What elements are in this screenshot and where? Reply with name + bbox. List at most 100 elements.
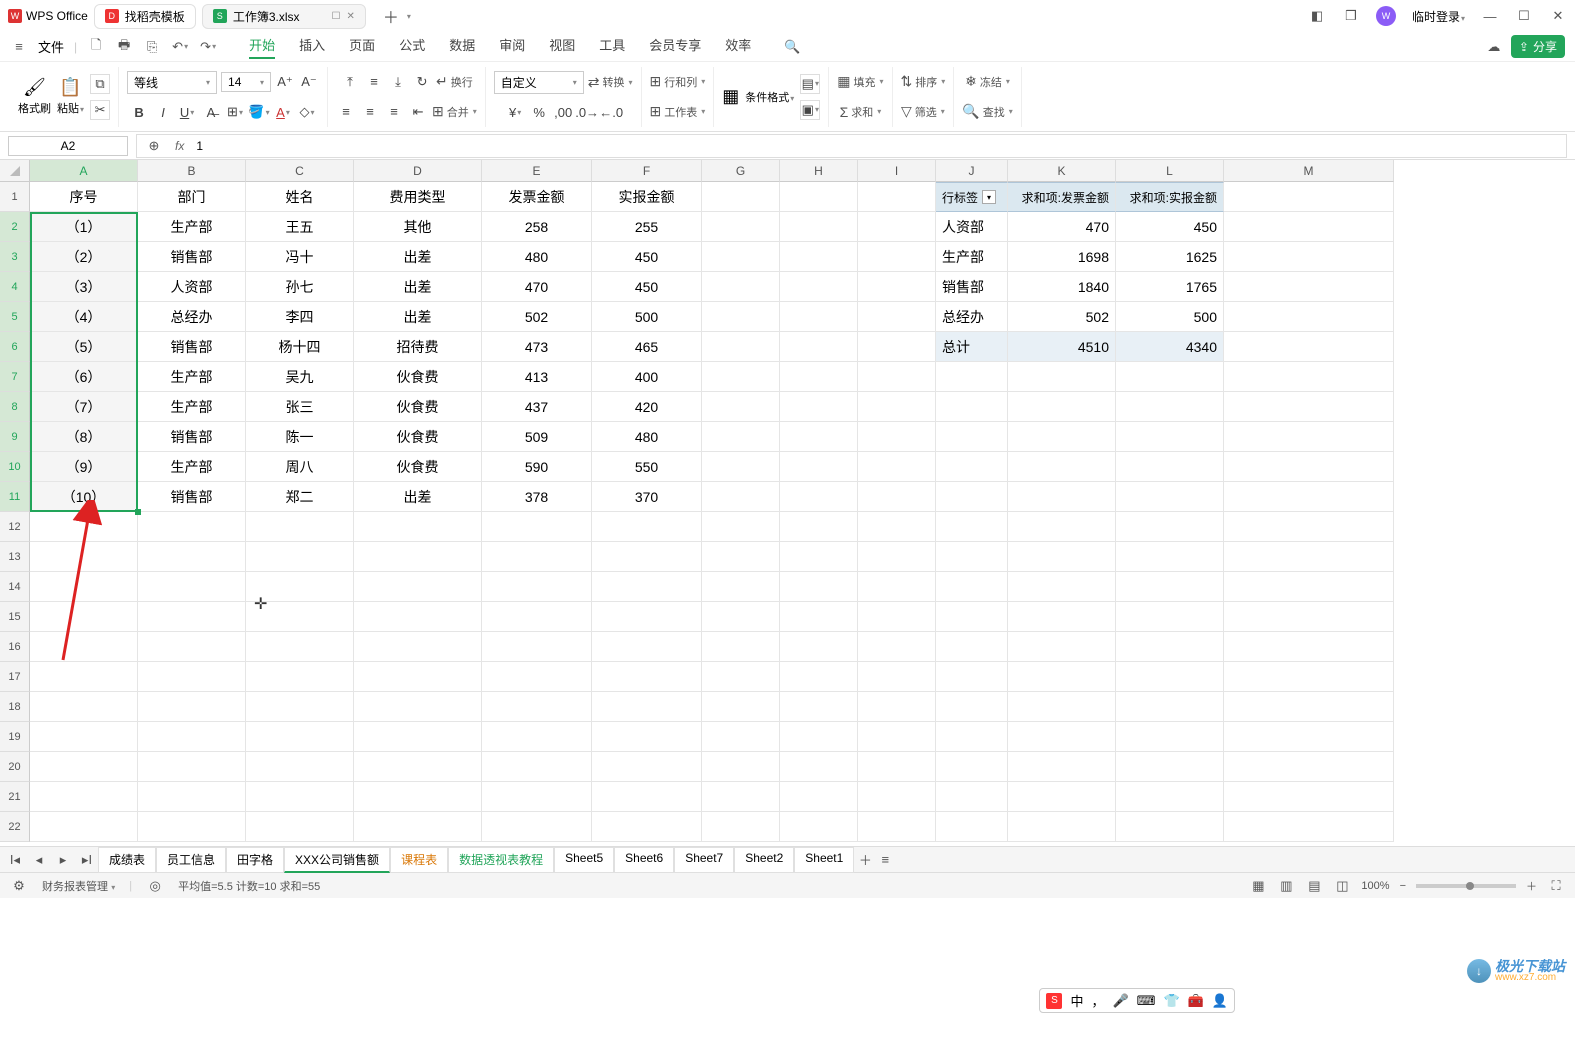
worksheet-button[interactable]: ⊞工作表▾	[650, 103, 706, 120]
cell[interactable]	[1116, 722, 1224, 752]
cell[interactable]	[1224, 212, 1394, 242]
zoom-in-icon[interactable]: ＋	[1526, 878, 1537, 894]
cell[interactable]: （9）	[30, 452, 138, 482]
ime-toolbar[interactable]: S 中 ， 🎤 ⌨ 👕 🧰 👤	[1039, 988, 1235, 1013]
cell[interactable]	[702, 452, 780, 482]
sheet-last-icon[interactable]: ▸I	[78, 851, 96, 869]
insert-table-button[interactable]: ▦	[722, 86, 739, 107]
cell[interactable]	[30, 572, 138, 602]
cond-format-button[interactable]: 条件格式▾	[745, 89, 794, 105]
col-header-L[interactable]: L	[1116, 160, 1224, 182]
paste-button[interactable]: 📋粘贴▾	[57, 77, 84, 116]
strike-button[interactable]: A̶	[201, 102, 221, 122]
spreadsheet-grid[interactable]: ABCDEFGHIJKLM 12345678910111213141516171…	[0, 160, 1575, 846]
cell[interactable]	[592, 722, 702, 752]
cell[interactable]	[858, 722, 936, 752]
cell[interactable]	[702, 512, 780, 542]
cell[interactable]: 销售部	[138, 482, 246, 512]
cell[interactable]	[702, 722, 780, 752]
cell[interactable]	[246, 812, 354, 842]
cell[interactable]: 发票金额	[482, 182, 592, 212]
sheet-tab[interactable]: Sheet7	[674, 847, 734, 873]
cell[interactable]	[702, 482, 780, 512]
cell[interactable]	[1224, 242, 1394, 272]
row-header-2[interactable]: 2	[0, 212, 30, 242]
sheet-tab[interactable]: 成绩表	[98, 847, 156, 873]
cell[interactable]	[858, 692, 936, 722]
cell[interactable]	[1116, 692, 1224, 722]
fill-color-button[interactable]: 🪣▾	[249, 102, 269, 122]
number-format-select[interactable]: 自定义▾	[494, 71, 584, 94]
cell[interactable]	[858, 542, 936, 572]
cell[interactable]: 序号	[30, 182, 138, 212]
cell[interactable]	[780, 632, 858, 662]
cell[interactable]: 470	[482, 272, 592, 302]
cell[interactable]	[30, 752, 138, 782]
cell[interactable]	[780, 452, 858, 482]
cell[interactable]	[858, 242, 936, 272]
cell[interactable]: 470	[1008, 212, 1116, 242]
cell[interactable]	[592, 812, 702, 842]
col-header-M[interactable]: M	[1224, 160, 1394, 182]
cell[interactable]: 人资部	[936, 212, 1008, 242]
cell[interactable]	[592, 752, 702, 782]
cell[interactable]	[1224, 422, 1394, 452]
cell-style-icon[interactable]: ▣▾	[800, 100, 820, 120]
cell[interactable]	[858, 602, 936, 632]
cell[interactable]: 销售部	[138, 422, 246, 452]
cell[interactable]	[354, 632, 482, 662]
cell[interactable]	[138, 512, 246, 542]
cell[interactable]	[936, 422, 1008, 452]
file-menu[interactable]: 文件	[38, 37, 64, 56]
cell[interactable]: 502	[482, 302, 592, 332]
cell[interactable]	[138, 572, 246, 602]
cell[interactable]	[246, 632, 354, 662]
cell[interactable]	[30, 542, 138, 572]
cell[interactable]	[1116, 812, 1224, 842]
cell[interactable]	[354, 752, 482, 782]
cell[interactable]	[702, 212, 780, 242]
col-header-F[interactable]: F	[592, 160, 702, 182]
cell[interactable]	[780, 422, 858, 452]
tab-view[interactable]: 视图	[549, 35, 575, 59]
cell[interactable]	[936, 482, 1008, 512]
cell[interactable]	[1224, 812, 1394, 842]
merge-button[interactable]: ⊞合并▾	[432, 103, 477, 120]
cell[interactable]: 出差	[354, 482, 482, 512]
cell[interactable]	[702, 782, 780, 812]
cell[interactable]	[246, 782, 354, 812]
fill-button[interactable]: ▦填充▾	[837, 73, 883, 90]
cell[interactable]	[780, 812, 858, 842]
cell[interactable]: （2）	[30, 242, 138, 272]
row-header-22[interactable]: 22	[0, 812, 30, 842]
cell[interactable]	[858, 302, 936, 332]
sheet-tab[interactable]: 课程表	[390, 847, 448, 873]
cell[interactable]	[246, 512, 354, 542]
cell[interactable]: 总计	[936, 332, 1008, 362]
row-col-button[interactable]: ⊞行和列▾	[650, 73, 706, 90]
cell[interactable]	[780, 212, 858, 242]
col-header-C[interactable]: C	[246, 160, 354, 182]
cell[interactable]: （8）	[30, 422, 138, 452]
cell[interactable]	[138, 662, 246, 692]
col-header-A[interactable]: A	[30, 160, 138, 182]
tab-review[interactable]: 审阅	[499, 35, 525, 59]
cell[interactable]: 伙食费	[354, 422, 482, 452]
cell[interactable]	[592, 662, 702, 692]
col-header-H[interactable]: H	[780, 160, 858, 182]
row-header-10[interactable]: 10	[0, 452, 30, 482]
tab-dropdown-icon[interactable]: ▾	[407, 12, 411, 21]
cell[interactable]	[780, 482, 858, 512]
align-top-icon[interactable]: ⤒	[340, 72, 360, 92]
cell[interactable]	[592, 632, 702, 662]
tab-efficiency[interactable]: 效率	[725, 35, 751, 59]
cell[interactable]	[1008, 602, 1116, 632]
cell[interactable]	[780, 542, 858, 572]
sheet-tab[interactable]: Sheet5	[554, 847, 614, 873]
cell[interactable]: 伙食费	[354, 392, 482, 422]
cell[interactable]: 招待费	[354, 332, 482, 362]
row-header-6[interactable]: 6	[0, 332, 30, 362]
tab-formula[interactable]: 公式	[399, 35, 425, 59]
cell[interactable]	[482, 632, 592, 662]
preview-icon[interactable]: ⎘	[143, 38, 161, 56]
